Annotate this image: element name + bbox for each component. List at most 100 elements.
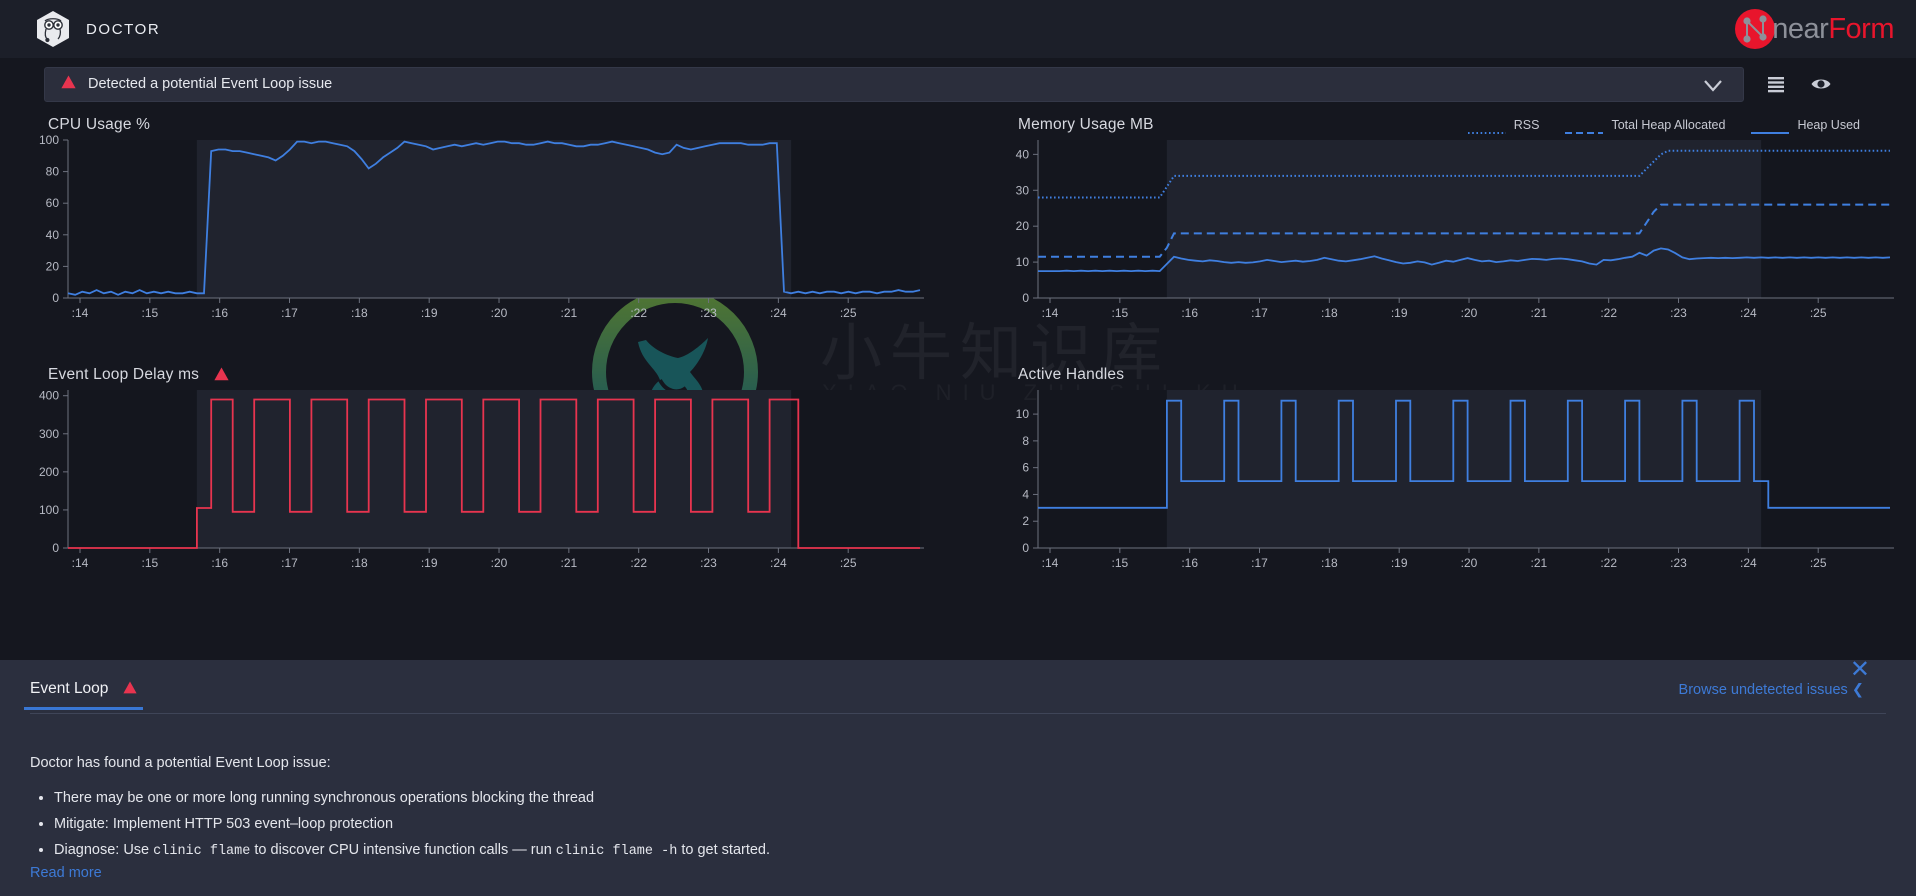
svg-text::23: :23 <box>1670 556 1687 570</box>
brand-form-text: Form <box>1828 12 1894 45</box>
inline-code-clinic-flame-h: clinic flame -h <box>555 844 678 859</box>
svg-text::24: :24 <box>1740 556 1757 570</box>
svg-text:0: 0 <box>1022 291 1029 305</box>
svg-text::22: :22 <box>630 306 647 320</box>
svg-text:40: 40 <box>46 228 60 242</box>
svg-text::16: :16 <box>211 556 228 570</box>
svg-text::24: :24 <box>1740 306 1757 320</box>
close-icon[interactable]: ✕ <box>1850 658 1870 682</box>
app-title: DOCTOR <box>86 20 161 38</box>
svg-text:8: 8 <box>1022 434 1029 448</box>
svg-text:2: 2 <box>1022 514 1029 528</box>
svg-text::17: :17 <box>1251 306 1268 320</box>
nearform-brand: nearForm <box>1734 8 1894 50</box>
bullet-text-mid: to discover CPU intensive function calls… <box>250 842 556 858</box>
svg-text:4: 4 <box>1022 487 1029 501</box>
svg-text::18: :18 <box>351 556 368 570</box>
issue-selector[interactable]: Detected a potential Event Loop issue <box>44 66 1744 102</box>
svg-text:10: 10 <box>1016 255 1030 269</box>
tab-label: Event Loop <box>30 680 109 697</box>
svg-text::20: :20 <box>491 306 508 320</box>
chevron-down-icon[interactable] <box>1701 74 1725 101</box>
svg-text::20: :20 <box>491 556 508 570</box>
brand-wordmark: nearForm <box>1772 13 1894 46</box>
svg-text::25: :25 <box>840 556 857 570</box>
chart-plot-active-handles: 0 2 4 6 8 10:14:15:16:17:18:19:20:21:22:23:24… <box>990 382 1916 587</box>
legend-label: RSS <box>1513 118 1540 132</box>
warning-triangle-icon <box>61 75 76 94</box>
legend-swatch-dotted <box>1467 124 1506 134</box>
legend-item: RSS <box>1467 118 1540 134</box>
svg-text::24: :24 <box>770 306 787 320</box>
alert-bar-row: Detected a potential Event Loop issue <box>0 58 1916 110</box>
legend-label: Heap Used <box>1797 118 1860 132</box>
svg-text::19: :19 <box>421 556 438 570</box>
svg-text::14: :14 <box>72 306 89 320</box>
svg-text::25: :25 <box>1810 306 1827 320</box>
chart-active-handles: Active Handles 0 2 4 6 8 10:14:15:16:17:18:19… <box>990 360 1916 605</box>
svg-text::21: :21 <box>561 306 578 320</box>
app-header: DOCTOR nearForm <box>0 0 1916 58</box>
svg-text::17: :17 <box>281 306 298 320</box>
svg-text::16: :16 <box>1181 556 1198 570</box>
svg-text:100: 100 <box>39 133 59 147</box>
panel-lead-text: Doctor has found a potential Event Loop … <box>30 755 331 771</box>
inline-code-clinic-flame: clinic flame <box>153 844 251 859</box>
svg-text:200: 200 <box>39 465 59 479</box>
svg-text::21: :21 <box>561 556 578 570</box>
browse-undetected-issues-link[interactable]: Browse undetected issues ❮ <box>1679 682 1864 698</box>
bullet-text: There may be one or more long running sy… <box>54 790 595 806</box>
panel-tab-bar: Event Loop Browse undetected issues ❮ ✕ <box>24 658 1886 714</box>
svg-text:40: 40 <box>1016 147 1030 161</box>
nearform-node-logo-icon <box>1734 8 1776 50</box>
svg-text::19: :19 <box>1391 556 1408 570</box>
chart-event-loop-delay: Event Loop Delay ms 0 100 200 300 400:14:15:… <box>20 360 950 605</box>
read-more-link[interactable]: Read more <box>30 865 102 881</box>
eye-visibility-icon[interactable] <box>1810 74 1831 94</box>
tab-event-loop[interactable]: Event Loop <box>24 680 143 710</box>
svg-text::18: :18 <box>1321 556 1338 570</box>
svg-text::14: :14 <box>1042 306 1059 320</box>
svg-text:6: 6 <box>1022 461 1029 475</box>
legend-item: Heap Used <box>1751 118 1860 134</box>
svg-text:60: 60 <box>46 196 60 210</box>
svg-text::15: :15 <box>141 306 158 320</box>
list-view-icon[interactable] <box>1766 74 1786 94</box>
legend-label: Total Heap Allocated <box>1611 118 1726 132</box>
svg-text::16: :16 <box>211 306 228 320</box>
bullet-text: Mitigate: Implement HTTP 503 event–loop … <box>54 816 394 832</box>
svg-text:80: 80 <box>46 165 60 179</box>
chart-plot-cpu: 0 20 40 60 80 100:14:15:16:17:18:19:20:21:22:… <box>20 132 950 337</box>
chart-memory-usage: Memory Usage MB RSS Total Heap Allocated… <box>990 110 1916 355</box>
svg-text::19: :19 <box>1391 306 1408 320</box>
legend-swatch-solid <box>1751 124 1790 134</box>
chart-title-text: Event Loop Delay ms <box>48 366 200 383</box>
list-item: Diagnose: Use clinic flame to discover C… <box>54 840 770 862</box>
svg-text::21: :21 <box>1531 556 1548 570</box>
svg-text::18: :18 <box>1321 306 1338 320</box>
svg-text::16: :16 <box>1181 306 1198 320</box>
svg-text::22: :22 <box>1600 306 1617 320</box>
alert-message: Detected a potential Event Loop issue <box>88 76 333 92</box>
svg-text::19: :19 <box>421 306 438 320</box>
svg-text::20: :20 <box>1461 556 1478 570</box>
svg-text::24: :24 <box>770 556 787 570</box>
svg-text:0: 0 <box>52 541 59 555</box>
list-item: Mitigate: Implement HTTP 503 event–loop … <box>54 814 770 834</box>
doctor-hexagon-icon <box>36 10 70 48</box>
panel-bullet-list: There may be one or more long running sy… <box>54 788 770 868</box>
issue-detail-panel: Event Loop Browse undetected issues ❮ ✕ … <box>0 658 1916 896</box>
svg-text::22: :22 <box>1600 556 1617 570</box>
svg-text::14: :14 <box>1042 556 1059 570</box>
chart-plot-event-loop-delay: 0 100 200 300 400:14:15:16:17:18:19:20:21:22… <box>20 382 950 587</box>
svg-text:30: 30 <box>1016 183 1030 197</box>
app-logo: DOCTOR <box>36 10 160 48</box>
svg-text::17: :17 <box>281 556 298 570</box>
svg-text::22: :22 <box>630 556 647 570</box>
svg-text:300: 300 <box>39 427 59 441</box>
svg-text::15: :15 <box>1111 306 1128 320</box>
svg-text:10: 10 <box>1016 407 1030 421</box>
svg-text:0: 0 <box>52 291 59 305</box>
svg-text::17: :17 <box>1251 556 1268 570</box>
legend-swatch-dashed <box>1565 124 1604 134</box>
